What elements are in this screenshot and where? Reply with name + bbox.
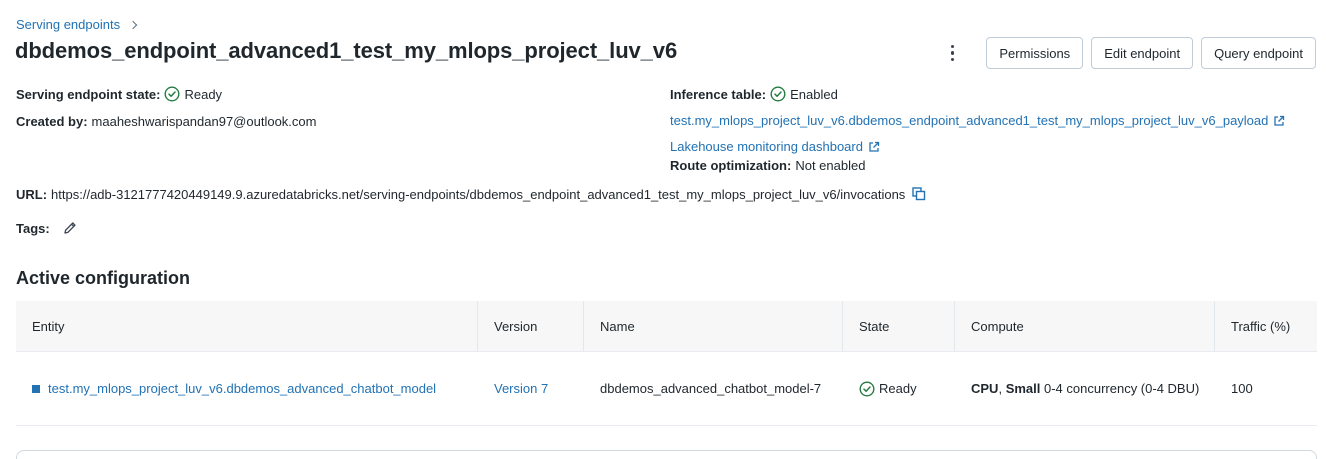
page-title: dbdemos_endpoint_advanced1_test_my_mlops…	[15, 38, 678, 63]
column-header-version: Version	[478, 301, 584, 351]
state-label: Serving endpoint state:	[16, 86, 161, 102]
entity-cell: test.my_mlops_project_luv_v6.dbdemos_adv…	[16, 352, 478, 425]
inference-table-value: Enabled	[790, 86, 838, 102]
external-link-icon[interactable]	[1273, 115, 1285, 127]
traffic-value: 100	[1231, 380, 1253, 396]
traffic-cell: 100	[1215, 352, 1317, 425]
state-cell: Ready	[843, 352, 955, 425]
compute-size: Small	[1005, 380, 1041, 396]
entity-type-icon	[32, 384, 40, 393]
created-by-label: Created by:	[16, 114, 88, 129]
column-header-compute: Compute	[955, 301, 1215, 351]
breadcrumb-serving-endpoints-link[interactable]: Serving endpoints	[16, 17, 120, 32]
next-section-card	[16, 450, 1317, 459]
tags-label: Tags:	[16, 220, 50, 236]
check-circle-icon	[770, 86, 786, 102]
entity-link[interactable]: test.my_mlops_project_luv_v6.dbdemos_adv…	[48, 379, 436, 399]
version-cell: Version 7	[478, 352, 584, 425]
url-label: URL:	[16, 186, 48, 202]
check-circle-icon	[164, 86, 180, 102]
created-by: Created by: maaheshwarispandan97@outlook…	[16, 114, 316, 129]
column-header-name: Name	[584, 301, 843, 351]
inference-table-link[interactable]: test.my_mlops_project_luv_v6.dbdemos_end…	[670, 113, 1268, 128]
column-header-traffic: Traffic (%)	[1231, 318, 1291, 334]
compute-concurrency: 0-4 concurrency (0-4 DBU)	[1040, 380, 1200, 396]
permissions-button[interactable]: Permissions	[986, 37, 1084, 69]
version-link[interactable]: Version 7	[494, 379, 548, 399]
check-circle-icon	[859, 380, 875, 397]
table-header: Entity Version Name State Compute Traffi…	[16, 301, 1317, 352]
more-options-icon[interactable]	[936, 37, 968, 69]
state-value: Ready	[879, 380, 917, 396]
chevron-right-icon	[128, 20, 138, 29]
active-configuration-heading: Active configuration	[16, 268, 191, 288]
route-optimization-value: Not enabled	[795, 158, 866, 173]
served-model-name: dbdemos_advanced_chatbot_model-7	[600, 380, 822, 396]
tags-row: Tags:	[16, 220, 78, 236]
compute-separator: ,	[998, 380, 1006, 396]
inference-table: Inference table: Enabled	[670, 86, 838, 102]
url-value: https://adb-3121777420449149.9.azuredata…	[51, 186, 906, 202]
column-header-state: State	[843, 301, 955, 351]
route-optimization-label: Route optimization:	[670, 158, 792, 173]
edit-endpoint-button[interactable]: Edit endpoint	[1091, 37, 1194, 69]
pencil-icon[interactable]	[62, 220, 78, 236]
compute-cell: CPU, Small 0-4 concurrency (0-4 DBU)	[955, 352, 1215, 425]
active-configuration-table: Entity Version Name State Compute Traffi…	[16, 301, 1317, 426]
column-header-entity: Entity	[16, 301, 478, 351]
header-actions: Permissions Edit endpoint Query endpoint	[936, 37, 1316, 69]
endpoint-url: URL: https://adb-3121777420449149.9.azur…	[16, 186, 927, 202]
inference-table-label: Inference table:	[670, 86, 767, 102]
serving-endpoint-state: Serving endpoint state: Ready	[16, 86, 222, 102]
compute-type: CPU	[971, 380, 999, 396]
copy-icon[interactable]	[911, 186, 927, 202]
compute-value: CPU, Small 0-4 concurrency (0-4 DBU)	[971, 379, 1201, 399]
route-optimization: Route optimization: Not enabled	[670, 158, 865, 173]
state-value: Ready	[184, 86, 223, 102]
name-cell: dbdemos_advanced_chatbot_model-7	[584, 352, 843, 425]
created-by-value: maaheshwarispandan97@outlook.com	[91, 114, 317, 129]
lakehouse-monitoring-link[interactable]: Lakehouse monitoring dashboard	[670, 139, 863, 154]
breadcrumb: Serving endpoints	[16, 17, 138, 32]
monitoring-dashboard-row: Lakehouse monitoring dashboard	[670, 139, 880, 154]
query-endpoint-button[interactable]: Query endpoint	[1201, 37, 1316, 69]
table-row: test.my_mlops_project_luv_v6.dbdemos_adv…	[16, 352, 1317, 426]
inference-table-link-row: test.my_mlops_project_luv_v6.dbdemos_end…	[670, 113, 1285, 128]
external-link-icon[interactable]	[868, 141, 880, 153]
